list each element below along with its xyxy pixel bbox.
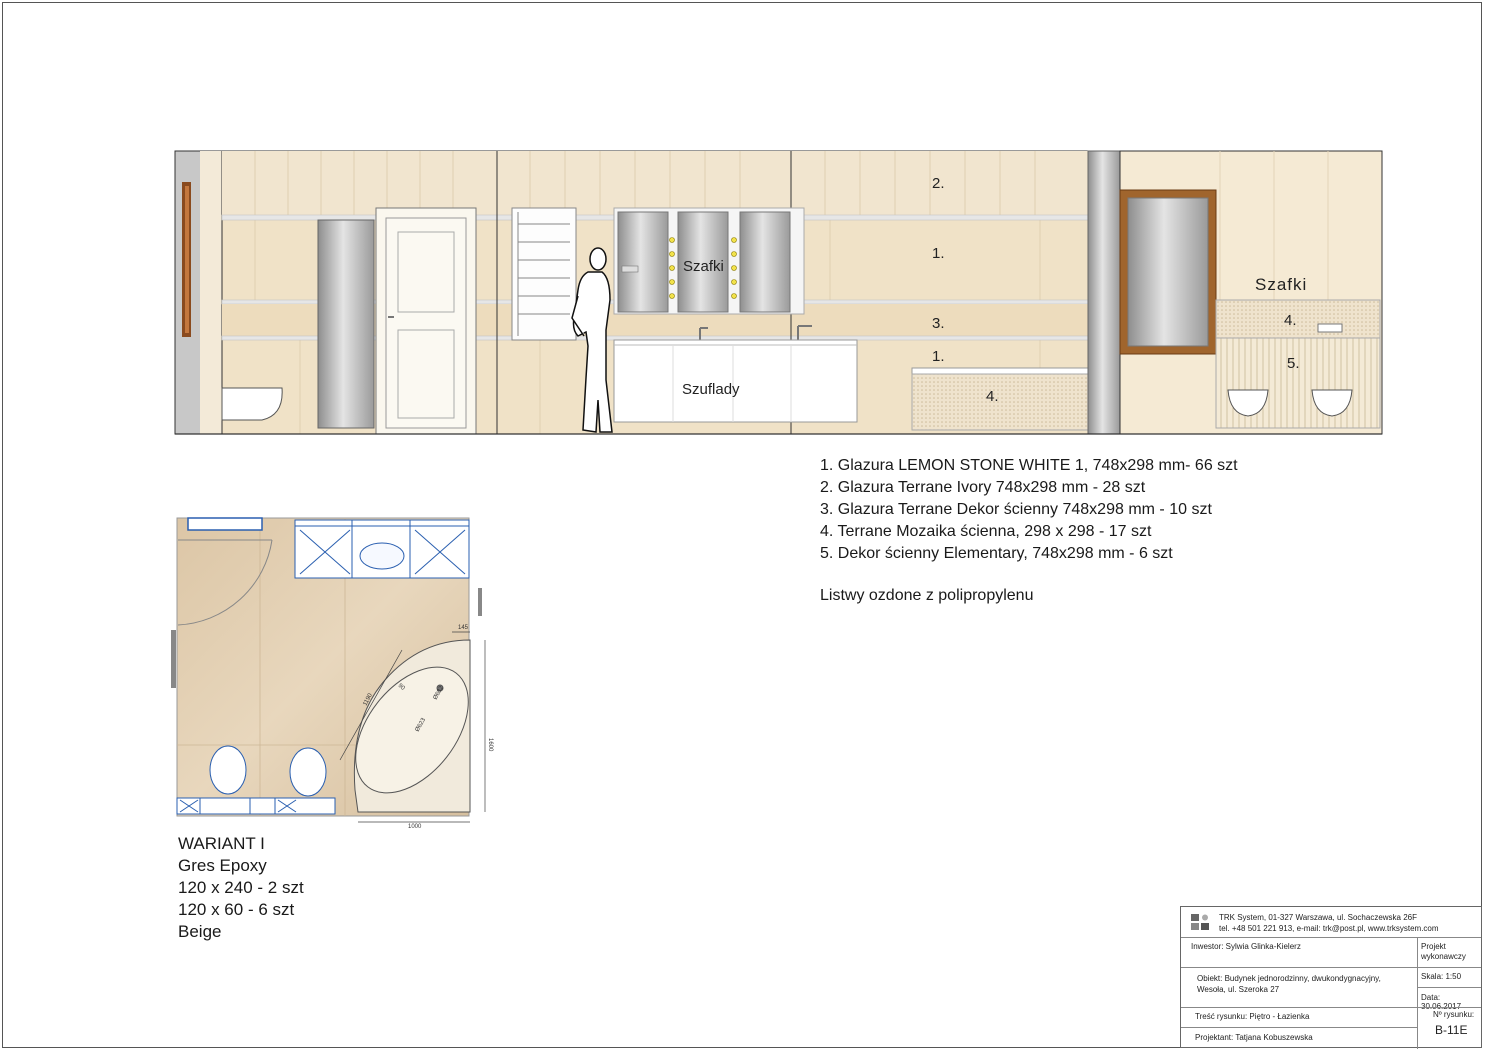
- company-line-1: TRK System, 01-327 Warszawa, ul. Sochacz…: [1219, 913, 1417, 922]
- dim-145: 145: [458, 625, 469, 631]
- legend-note: Listwy ozdone z polipropylenu: [820, 587, 1034, 604]
- mosaic-band-right: [1215, 299, 1381, 339]
- variant-material: Gres Epoxy: [178, 856, 267, 875]
- toilet-plan-1: [209, 745, 247, 795]
- variant-color: Beige: [178, 922, 222, 941]
- tb-divider-scale: [1417, 987, 1481, 988]
- label-szafki-right: Szafki: [1255, 275, 1307, 294]
- window-left: [171, 630, 176, 688]
- tall-mirror: [317, 219, 375, 429]
- label-tile-1-lower: 1.: [932, 348, 945, 365]
- door: [375, 207, 477, 435]
- toilet-left: [221, 387, 283, 421]
- title-block: TRK System, 01-327 Warszawa, ul. Sochacz…: [1180, 906, 1482, 1049]
- vanity-plan: [294, 519, 470, 579]
- dim-1600: 1600: [487, 738, 493, 752]
- legend-item-3: 3. Glazura Terrane Dekor ścienny 748x298…: [820, 501, 1212, 518]
- flush-button: [1317, 323, 1343, 333]
- window-right: [478, 588, 482, 616]
- label-szuflady: Szuflady: [682, 381, 740, 398]
- variant-size-2: 120 x 60 - 6 szt: [178, 900, 295, 919]
- radiator-plan: [187, 517, 263, 531]
- tb-divider-4: [1181, 1027, 1417, 1028]
- tile-band-2: [222, 151, 1088, 215]
- tb-divider-2: [1181, 967, 1481, 968]
- label-tile-5-right: 5.: [1287, 355, 1300, 372]
- drawing-number-label: Nº rysunku:: [1433, 1010, 1475, 1019]
- drawing-content: Treść rysunku: Piętro - Łazienka: [1195, 1012, 1310, 1021]
- company-line-2: tel. +48 501 221 913, e-mail: trk@post.p…: [1219, 924, 1439, 933]
- variant-size-1: 120 x 240 - 2 szt: [178, 878, 304, 897]
- legend-item-2: 2. Glazura Terrane Ivory 748x298 mm - 28…: [820, 479, 1146, 496]
- bathroom-elevation: 2. 1. 3. 1. 4. 4. 5. Szafki Szafki Szufl…: [174, 150, 1383, 435]
- designer: Projektant: Tatjana Kobuszewska: [1195, 1033, 1313, 1042]
- date: Data: 30.06.2017: [1421, 993, 1462, 1011]
- towel-radiator: [511, 207, 577, 341]
- investor: Inwestor: Sylwia Glinka-Kielerz: [1191, 942, 1301, 951]
- tile-legend: 1. Glazura LEMON STONE WHITE 1, 748x298 …: [820, 455, 1238, 607]
- object-line-1: Obiekt: Budynek jednorodzinny, dwukondyg…: [1197, 974, 1381, 983]
- label-tile-4-bath: 4.: [986, 388, 999, 405]
- label-tile-4-right: 4.: [1284, 312, 1297, 329]
- dim-1000: 1000: [408, 824, 422, 830]
- wall-edge: [200, 151, 222, 434]
- label-szafki-mirror: Szafki: [683, 258, 724, 275]
- label-tile-2: 2.: [932, 175, 945, 192]
- project-type: Projekt wykonawczy: [1421, 942, 1466, 961]
- variant-description: WARIANT I Gres Epoxy 120 x 240 - 2 szt 1…: [178, 833, 304, 943]
- pillar: [1087, 150, 1121, 435]
- toilet-plan-2: [289, 747, 327, 797]
- legend-item-1: 1. Glazura LEMON STONE WHITE 1, 748x298 …: [820, 457, 1238, 474]
- framed-mirror-right: [1119, 189, 1217, 355]
- decor-panel-right: [1215, 337, 1381, 429]
- tb-divider-3: [1181, 1007, 1481, 1008]
- bathroom-floor-plan: 145 1600 1000 1190 90 Ø682 Ø623: [171, 517, 493, 830]
- drawing-number: B-11E: [1435, 1023, 1468, 1037]
- legend-item-5: 5. Dekor ścienny Elementary, 748x298 mm …: [820, 545, 1173, 562]
- object-line-2: Wesoła, ul. Szeroka 27: [1197, 985, 1280, 994]
- scale: Skala: 1:50: [1421, 972, 1462, 981]
- trk-logo-icon: [1191, 914, 1209, 930]
- legend-item-4: 4. Terrane Mozaika ścienna, 298 x 298 - …: [820, 523, 1152, 540]
- label-tile-1-upper: 1.: [932, 245, 945, 262]
- wall-cabinets-plan: [176, 797, 336, 815]
- variant-title: WARIANT I: [178, 834, 265, 853]
- label-tile-3: 3.: [932, 315, 945, 332]
- door-frame-inner: [185, 186, 189, 333]
